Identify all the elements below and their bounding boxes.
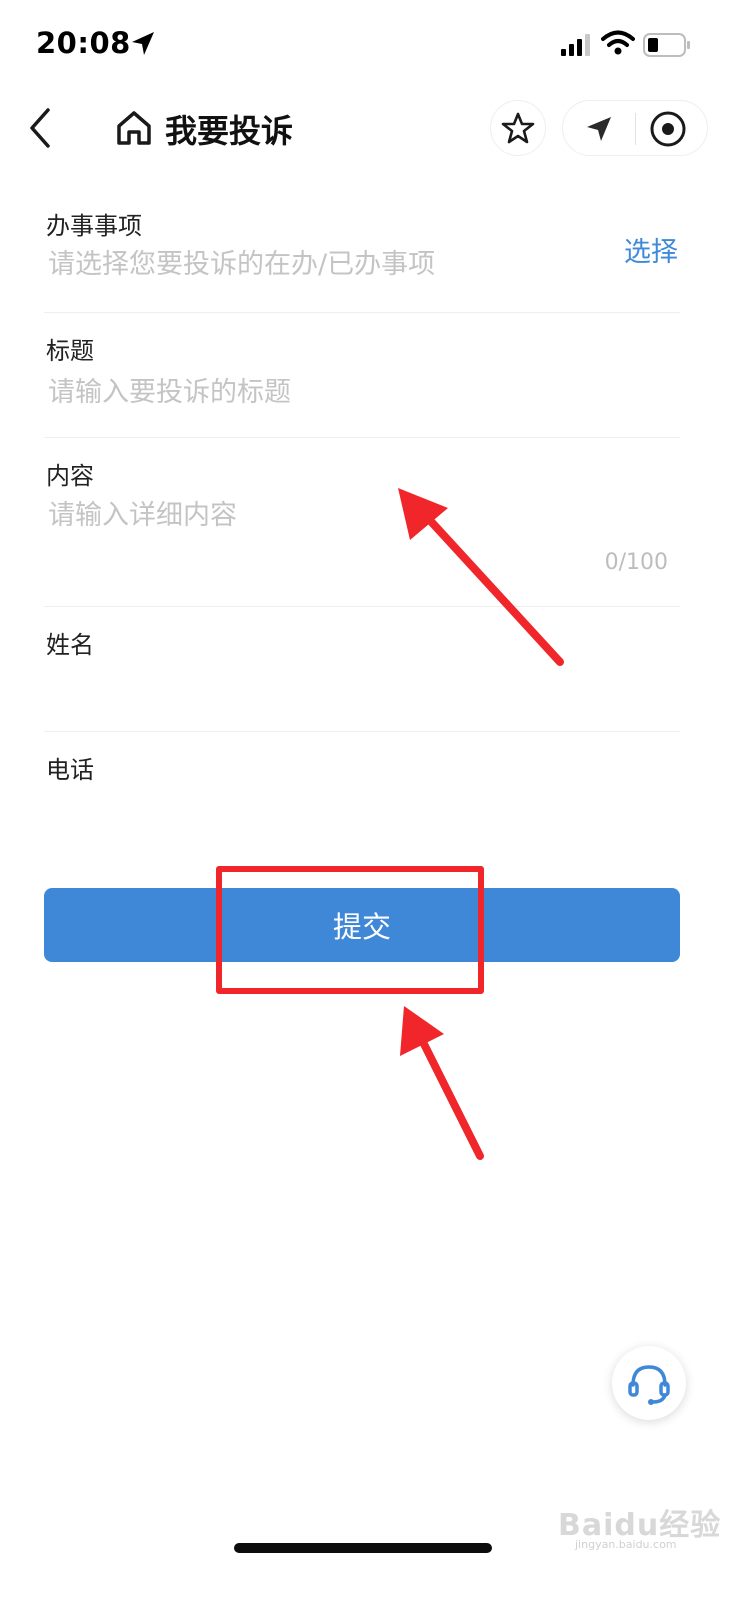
headset-icon [628,1365,670,1405]
content-label: 内容 [46,462,94,490]
star-icon [501,112,535,144]
wifi-icon [601,30,635,55]
nav-bar: 我要投诉 [0,90,739,168]
annotation-highlight-box [216,866,484,994]
send-icon[interactable] [583,113,615,145]
customer-service-button[interactable] [612,1346,686,1420]
status-bar: 20:08 [0,0,739,90]
phone-field: 电话 [44,739,680,835]
matter-field: 办事事项 选择 [44,196,680,313]
name-input[interactable] [48,668,608,708]
status-time: 20:08 [36,26,131,60]
content-field: 内容 0/100 [44,445,680,607]
matter-label: 办事事项 [46,212,142,240]
content-textarea[interactable] [48,495,608,535]
select-matter-link[interactable]: 选择 [624,230,678,269]
page-title: 我要投诉 [165,112,294,150]
signal-icon [561,34,590,56]
title-field: 标题 [44,320,680,438]
home-indicator[interactable] [234,1543,492,1553]
battery-icon [643,33,690,57]
matter-input[interactable] [48,244,608,284]
back-icon[interactable] [26,106,60,150]
title-input[interactable] [48,372,608,412]
name-field: 姓名 [44,614,680,732]
phone-input[interactable] [48,789,608,829]
record-icon[interactable] [649,110,687,148]
miniprogram-capsule [562,100,708,156]
phone-label: 电话 [46,756,94,784]
name-label: 姓名 [46,631,94,659]
title-label: 标题 [46,337,94,365]
capsule-divider [635,113,636,145]
favorite-button[interactable] [490,100,546,156]
watermark-url: jingyan.baidu.com [575,1538,677,1551]
content-char-counter: 0/100 [604,550,668,575]
home-icon[interactable] [114,108,154,148]
location-arrow-icon [132,32,154,55]
